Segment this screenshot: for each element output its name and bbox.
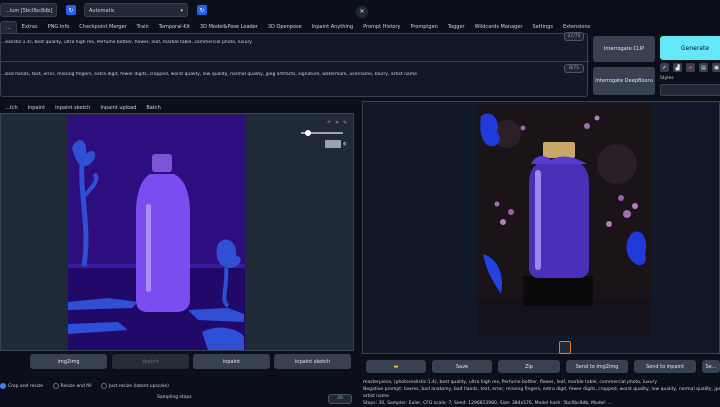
- styles-select[interactable]: [660, 84, 720, 96]
- sketch-canvas[interactable]: [68, 116, 245, 350]
- resize-option-label: Resize and fill: [60, 383, 92, 389]
- extra-networks-button[interactable]: ▰: [686, 63, 695, 72]
- trash-icon: ▟: [675, 64, 680, 71]
- read-params-button[interactable]: ✔: [660, 63, 669, 72]
- clipboard-icon: ▤: [701, 64, 706, 71]
- save-icon: ▣: [714, 64, 719, 71]
- copy-to-inpaint-button[interactable]: inpaint: [193, 354, 270, 369]
- sampling-steps-value[interactable]: 30: [328, 394, 352, 404]
- send-to-extras-button[interactable]: Se...: [702, 360, 720, 373]
- resize-option-fill[interactable]: Resize and fill: [52, 383, 92, 389]
- prompt-token-counter: 27/75: [564, 32, 584, 41]
- clear-prompt-button[interactable]: ▟: [673, 63, 682, 72]
- save-button[interactable]: Save: [432, 360, 492, 373]
- save-style-button[interactable]: ▣: [712, 63, 720, 72]
- clear-icon[interactable]: ✕: [335, 120, 339, 126]
- output-thumbnail[interactable]: [559, 341, 571, 354]
- resize-option-label: Crop and resize: [8, 383, 44, 389]
- close-icon: ✕: [359, 8, 365, 15]
- prompt-divider: [1, 61, 589, 62]
- apply-style-button[interactable]: ▤: [699, 63, 708, 72]
- checkpoint-select[interactable]: ...ium [5bc0bc8db]: [0, 3, 57, 17]
- sampling-steps-label: Sampling steps: [157, 395, 192, 400]
- refresh-checkpoint-button[interactable]: ↻: [66, 5, 76, 15]
- zip-button[interactable]: Zip: [498, 360, 560, 373]
- info-negative-prompt-cont: artist name: [363, 394, 389, 399]
- negative-prompt-token-counter: 8/75: [564, 64, 584, 73]
- card-icon: ▰: [688, 64, 693, 71]
- resize-option-label: Just resize (latent upscale): [109, 383, 169, 389]
- color-picker[interactable]: [325, 140, 341, 148]
- refresh-icon: ↻: [199, 6, 205, 14]
- brush-size-slider[interactable]: [301, 130, 343, 136]
- resize-mode-radio: Crop and resize Resize and fill Just res…: [0, 383, 177, 391]
- vae-select[interactable]: Automatic ▾: [84, 3, 188, 17]
- brush-icon[interactable]: ✎: [343, 120, 347, 126]
- check-icon: ✔: [662, 64, 667, 71]
- copy-to-sketch-button[interactable]: sketch: [112, 354, 189, 369]
- negative-prompt-input[interactable]: ...bad hands, text, error, missing finge…: [1, 72, 561, 77]
- prompt-input[interactable]: ...ealistic:1.4), best quality, ultra hi…: [1, 40, 561, 45]
- copy-to-inpaint-sketch-button[interactable]: inpaint sketch: [274, 354, 351, 369]
- close-button[interactable]: ✕: [356, 6, 368, 18]
- interrogate-clip-button[interactable]: Interrogate CLIP: [593, 36, 655, 62]
- output-image[interactable]: [477, 104, 651, 336]
- radio-dot: [52, 383, 59, 389]
- radio-dot: [0, 383, 6, 389]
- undo-icon[interactable]: ↶: [327, 120, 331, 126]
- refresh-vae-button[interactable]: ↻: [197, 5, 207, 15]
- open-folder-button[interactable]: ▬: [366, 360, 426, 373]
- generate-label: Generate: [680, 44, 710, 52]
- generate-button[interactable]: Generate: [660, 36, 720, 60]
- info-prompt: masterpiece, (photorealistic:1.4), best …: [363, 380, 658, 385]
- resize-option-crop[interactable]: Crop and resize: [0, 383, 43, 389]
- style-tools: ✔ ▟ ▰ ▤ ▣: [660, 63, 720, 72]
- vae-value: Automatic: [89, 8, 115, 14]
- radio-dot: [101, 383, 108, 389]
- refresh-icon: ↻: [68, 6, 74, 14]
- resize-option-latent[interactable]: Just resize (latent upscale): [101, 383, 169, 389]
- styles-label: Styles: [660, 76, 674, 81]
- brush-controls: ↶ ✕ ✎ ◐: [299, 120, 351, 152]
- output-panel: [362, 101, 720, 354]
- info-negative-prompt: Negative prompt: lowres, bad anatomy, ba…: [363, 387, 720, 392]
- copy-to-img2img-button[interactable]: img2img: [30, 354, 107, 369]
- chevron-down-icon: ▾: [180, 8, 183, 14]
- prompt-panel: 27/75 ...ealistic:1.4), best quality, ul…: [0, 32, 589, 97]
- generation-info: masterpiece, (photorealistic:1.4), best …: [363, 379, 720, 407]
- interrogate-deepbooru-button[interactable]: Interrogate DeepBooru: [593, 67, 655, 95]
- sketch-panel: ↶ ✕ ✎ ◐: [0, 113, 354, 351]
- folder-icon: ▬: [393, 363, 399, 370]
- info-parameters: Steps: 30, Sampler: Euler, CFG scale: 7,…: [363, 401, 612, 406]
- palette-icon[interactable]: ◐: [343, 141, 347, 147]
- send-to-inpaint-button[interactable]: Send to inpaint: [634, 360, 696, 373]
- slider-handle[interactable]: [305, 130, 311, 136]
- send-to-img2img-button[interactable]: Send to img2img: [566, 360, 628, 373]
